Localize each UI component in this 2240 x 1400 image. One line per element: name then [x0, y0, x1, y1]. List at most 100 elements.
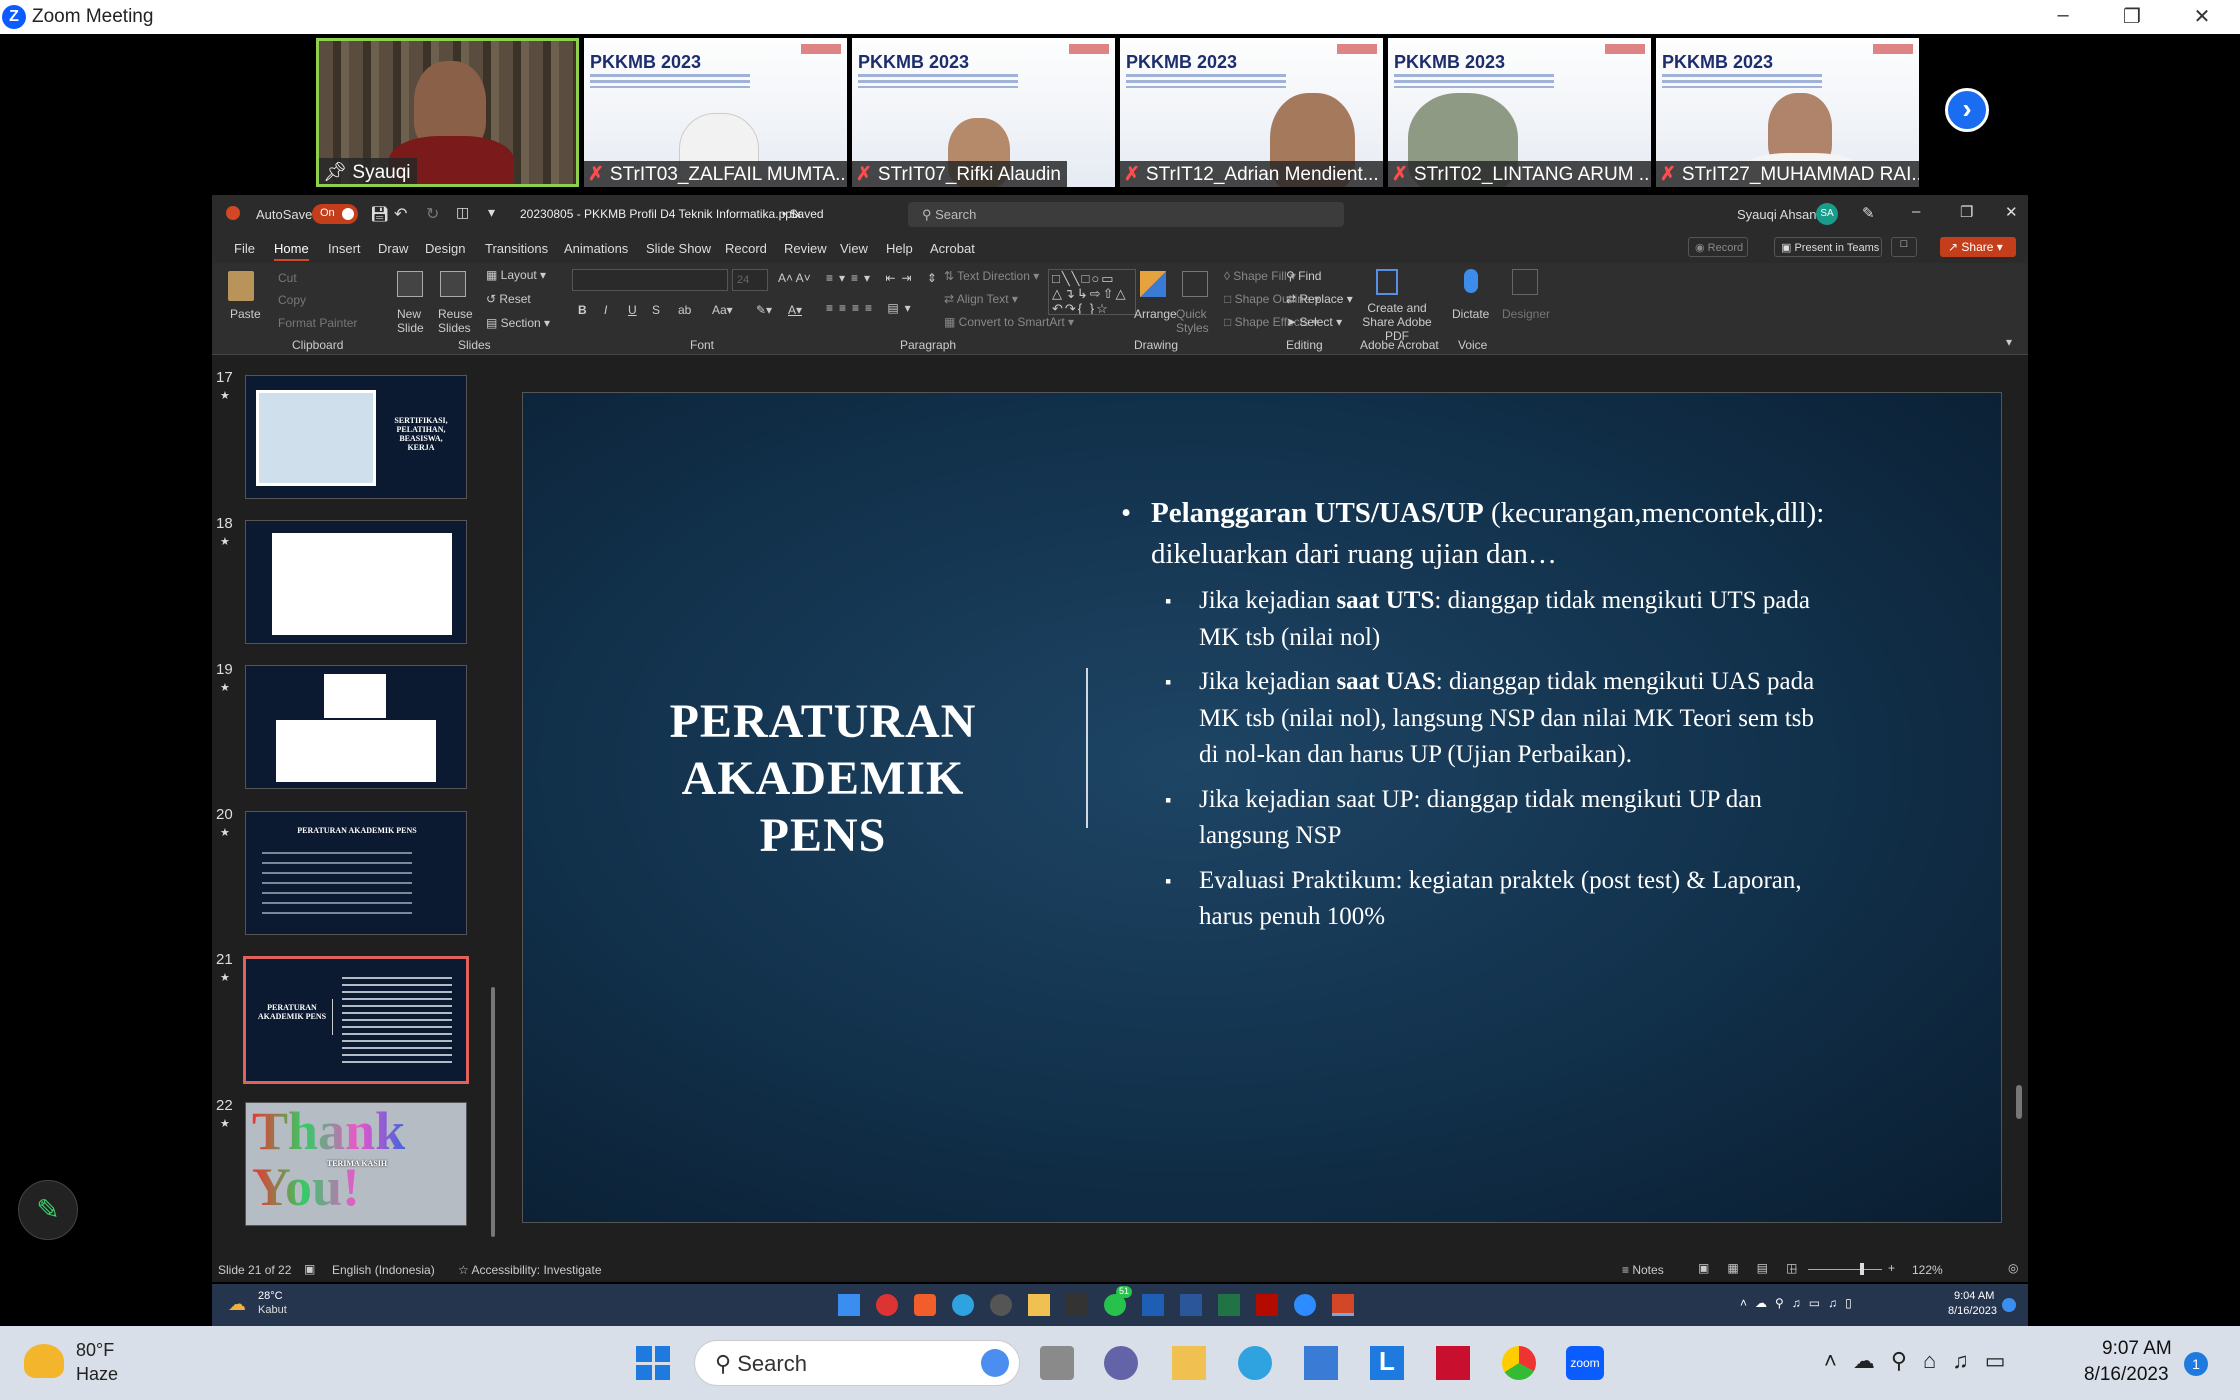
thumbnail-scrollbar[interactable]: [488, 357, 498, 1252]
tab-record[interactable]: Record: [725, 241, 767, 256]
copy-button[interactable]: Copy: [278, 293, 306, 307]
close-button[interactable]: ✕: [2172, 4, 2232, 30]
next-participants-button[interactable]: ›: [1945, 88, 1989, 132]
slide-thumbnail[interactable]: Thank You! TERIMA KASIH: [245, 1102, 467, 1226]
windows-start-icon[interactable]: [636, 1346, 670, 1380]
annotate-pencil-button[interactable]: ✎: [18, 1180, 78, 1240]
spelling-icon[interactable]: ▣: [304, 1262, 315, 1276]
slide-scrollbar[interactable]: [2014, 357, 2024, 1252]
l-app-icon[interactable]: L: [1370, 1346, 1404, 1380]
app-icon[interactable]: [876, 1294, 898, 1316]
participant-tile[interactable]: PKKMB 2023 ✗ STrIT07_Rifki Alaudin: [852, 38, 1115, 187]
mcafee-icon[interactable]: [1436, 1346, 1470, 1380]
pen-icon[interactable]: ✎: [1862, 204, 1875, 222]
participant-tile[interactable]: PKKMB 2023 ✗ STrIT12_Adrian Mendient...: [1120, 38, 1383, 187]
slide-thumbnail[interactable]: [245, 520, 467, 644]
store-icon[interactable]: [1304, 1346, 1338, 1380]
brave-icon[interactable]: [914, 1294, 936, 1316]
zoom-slider[interactable]: [1808, 1269, 1882, 1270]
tab-file[interactable]: File: [234, 241, 255, 256]
taskbar-search[interactable]: ⚲ Search: [694, 1340, 1020, 1386]
dictate-button[interactable]: Dictate: [1452, 307, 1489, 321]
strikethrough-icon[interactable]: S: [652, 303, 660, 317]
avatar[interactable]: SA: [1816, 203, 1838, 225]
shapes-gallery[interactable]: □╲╲□○▭ △↴↳⇨⇧△ ↶↷{ }☆: [1048, 269, 1136, 315]
arrange-button[interactable]: Arrange: [1134, 307, 1177, 321]
record-button[interactable]: ◉ Record: [1688, 237, 1748, 257]
replace-button[interactable]: ⇄ Replace ▾: [1286, 292, 1353, 306]
tab-insert[interactable]: Insert: [328, 241, 361, 256]
ppt-restore-button[interactable]: ❐: [1960, 203, 1973, 221]
find-button[interactable]: ⚲ Find: [1286, 269, 1321, 283]
save-icon[interactable]: 💾︎: [370, 205, 389, 223]
select-button[interactable]: ➤ Select ▾: [1286, 315, 1342, 329]
start-icon[interactable]: [838, 1294, 860, 1316]
tab-acrobat[interactable]: Acrobat: [930, 241, 975, 256]
collapse-ribbon-icon[interactable]: ▾: [2006, 335, 2012, 349]
tab-view[interactable]: View: [840, 241, 868, 256]
slide-thumbnail-selected[interactable]: PERATURAN AKADEMIK PENS: [243, 956, 469, 1084]
folder-icon[interactable]: [1028, 1294, 1050, 1316]
present-icon[interactable]: ◫: [456, 204, 469, 221]
chrome-icon[interactable]: [1502, 1346, 1536, 1380]
language-status[interactable]: English (Indonesia): [332, 1263, 435, 1277]
clock-time[interactable]: 9:04 AM: [1954, 1290, 1994, 1302]
present-in-teams-button[interactable]: ▣ Present in Teams: [1774, 237, 1882, 257]
notification-badge[interactable]: 1: [2184, 1352, 2208, 1376]
zoom-out-icon[interactable]: –: [1790, 1261, 1797, 1275]
participant-tile[interactable]: 📌︎ Syauqi: [316, 38, 579, 187]
slide-thumbnail[interactable]: PERATURAN AKADEMIK PENS: [245, 811, 467, 935]
participant-tile[interactable]: PKKMB 2023 ✗ STrIT02_LINTANG ARUM ...: [1388, 38, 1651, 187]
tab-animations[interactable]: Animations: [564, 241, 628, 256]
quick-styles-button[interactable]: Quick Styles: [1176, 307, 1216, 335]
cut-button[interactable]: Cut: [278, 271, 297, 285]
edge-icon[interactable]: [952, 1294, 974, 1316]
taskbar-clock-date[interactable]: 8/16/2023: [2084, 1364, 2169, 1386]
notification-icon[interactable]: [2002, 1298, 2016, 1312]
undo-icon[interactable]: ↶: [394, 204, 407, 224]
notes-button[interactable]: ≡ Notes: [1622, 1263, 1664, 1277]
slide-thumbnail[interactable]: [245, 665, 467, 789]
convert-smartart-button[interactable]: ▦ Convert to SmartArt ▾: [944, 315, 1074, 329]
edge-icon[interactable]: [1238, 1346, 1272, 1380]
zoom-slider-handle[interactable]: [1860, 1263, 1864, 1275]
zoom-in-icon[interactable]: +: [1888, 1261, 1895, 1275]
saved-status[interactable]: • Saved: [782, 207, 824, 221]
slide-thumbnail[interactable]: SERTIFIKASI, PELATIHAN, BEASISWA, KERJA: [245, 375, 467, 499]
participant-tile[interactable]: PKKMB 2023 ✗ STrIT27_MUHAMMAD RAI...: [1656, 38, 1919, 187]
ppt-minimize-button[interactable]: –: [1912, 203, 1920, 220]
customize-qat-icon[interactable]: ▾: [488, 204, 495, 221]
zoom-taskbar-icon[interactable]: zoom: [1566, 1346, 1604, 1380]
fit-slide-icon[interactable]: ◎: [2008, 1261, 2018, 1275]
layout-button[interactable]: ▦ Layout ▾: [486, 268, 546, 282]
share-button[interactable]: ↗ Share ▾: [1940, 237, 2016, 257]
designer-button[interactable]: Designer: [1502, 307, 1550, 321]
task-view-icon[interactable]: [1040, 1346, 1074, 1380]
search-box[interactable]: ⚲ Search: [908, 202, 1344, 227]
tab-help[interactable]: Help: [886, 241, 913, 256]
system-tray-icons[interactable]: ˄☁⚲⌂♫▭: [1824, 1348, 2022, 1374]
clock-date[interactable]: 8/16/2023: [1948, 1305, 1997, 1317]
tray-icons[interactable]: ˄☁⚲♫▭♫▯: [1740, 1296, 1860, 1310]
font-name-input[interactable]: [572, 269, 728, 291]
underline-icon[interactable]: U: [628, 303, 637, 317]
acrobat-icon[interactable]: [1256, 1294, 1278, 1316]
minimize-button[interactable]: –: [2033, 4, 2093, 30]
highlight-icon[interactable]: ✎▾: [756, 303, 772, 317]
participant-tile[interactable]: PKKMB 2023 ✗ STrIT03_ZALFAIL MUMTA...: [584, 38, 847, 187]
tab-home[interactable]: Home: [274, 241, 309, 261]
reuse-slides-button[interactable]: Reuse Slides: [438, 307, 478, 335]
vs-icon[interactable]: [1142, 1294, 1164, 1316]
accessibility-status[interactable]: ☆ Accessibility: Investigate: [458, 1263, 602, 1277]
bold-icon[interactable]: B: [578, 303, 587, 317]
tab-slide-show[interactable]: Slide Show: [646, 241, 711, 256]
zoom-level[interactable]: 122%: [1912, 1263, 1943, 1277]
teams-chat-icon[interactable]: [1104, 1346, 1138, 1380]
format-painter-button[interactable]: Format Painter: [278, 316, 357, 330]
change-case-icon[interactable]: Aa▾: [712, 303, 733, 317]
zoom-app-icon[interactable]: [1294, 1294, 1316, 1316]
font-size-input[interactable]: 24: [732, 269, 768, 291]
new-slide-button[interactable]: New Slide: [397, 307, 437, 335]
powerpoint-app-icon[interactable]: [1332, 1294, 1354, 1316]
terminal-icon[interactable]: [1066, 1294, 1088, 1316]
